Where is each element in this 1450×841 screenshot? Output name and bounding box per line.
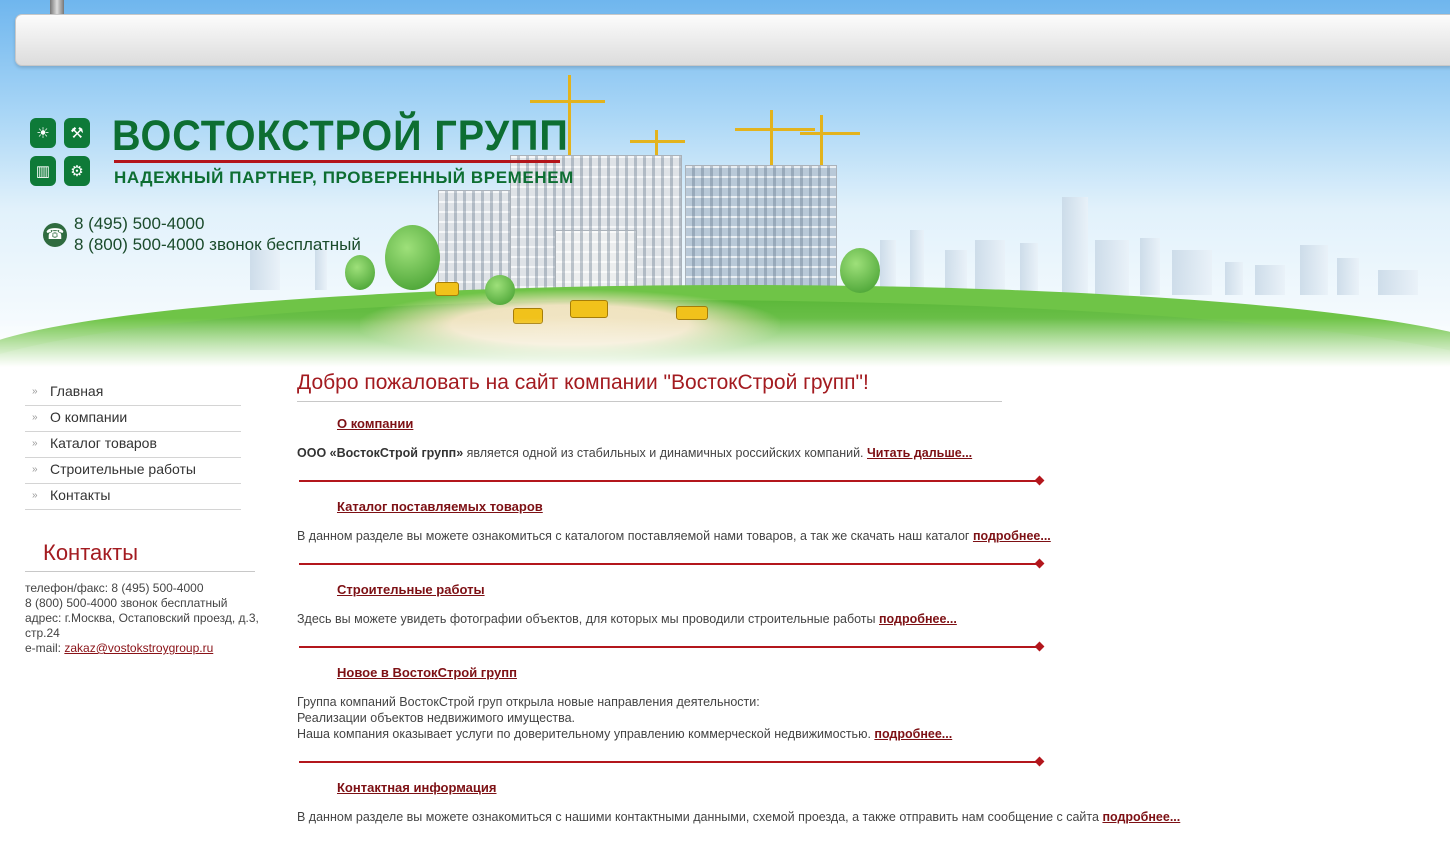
brand-title[interactable]: ВОСТОКСТРОЙ ГРУПП [112,112,569,161]
nav-item-home[interactable]: » Главная [25,380,241,406]
nav-item-label: Каталог товаров [50,435,157,451]
brand-underline [114,160,560,163]
nav-item-construction[interactable]: » Строительные работы [25,458,241,484]
tree [485,275,515,305]
section-body: является одной из стабильных и динамичны… [463,446,868,460]
section-body: В данном разделе вы можете ознакомиться … [297,529,973,543]
section-divider [299,761,1039,763]
nav-item-about[interactable]: » О компании [25,406,241,432]
contacts-info: телефон/факс: 8 (495) 500-4000 8 (800) 5… [25,581,265,656]
section-body: В данном разделе вы можете ознакомиться … [297,810,1103,824]
skyline-tower [1300,245,1328,295]
title-divider [297,401,1002,402]
double-chevron-icon: » [32,438,37,449]
excavator [435,282,459,296]
skyline-tower [910,230,924,295]
nav-item-label: Строительные работы [50,461,196,477]
page-title: Добро пожаловать на сайт компании "Восто… [297,371,869,394]
double-chevron-icon: » [32,412,37,423]
double-chevron-icon: » [32,464,37,475]
section-title-contact-info[interactable]: Контактная информация [337,780,496,795]
section-text-catalog: В данном разделе вы можете ознакомиться … [297,528,1051,544]
section-text-construction: Здесь вы можете увидеть фотографии объек… [297,611,957,627]
contacts-email-row: e-mail: zakaz@vostokstroygroup.ru [25,641,265,656]
skyline-tower [250,250,280,290]
section-body-line: Наша компания оказывает услуги по довери… [297,726,952,742]
skyline-tower [1378,270,1418,295]
nav-item-label: О компании [50,409,128,425]
tree [385,225,440,290]
skyline-tower [1337,258,1359,295]
tree [840,248,880,293]
section-body: Наша компания оказывает услуги по довери… [297,727,875,741]
skyline-tower [975,240,1005,295]
skyline-tower [1225,262,1243,295]
section-divider [299,563,1039,565]
skyline-tower [1095,240,1129,295]
section-text-news: Группа компаний ВостокСтрой груп открыла… [297,694,952,742]
contacts-email-label: e-mail: [25,641,62,655]
radiator-icon: ▥ [30,156,56,186]
contacts-address: адрес: г.Москва, Остаповский проезд, д.3… [25,611,259,640]
crane-icon: ⚒ [64,118,90,148]
skyline-tower [1062,197,1088,295]
contacts-phone-fax: телефон/факс: 8 (495) 500-4000 [25,581,204,595]
logo[interactable]: ☀ ⚒ ▥ ⚙ [30,118,90,188]
section-title-catalog[interactable]: Каталог поставляемых товаров [337,499,543,514]
tree [345,255,375,290]
contacts-divider [25,571,255,572]
skyline-tower [1255,265,1285,295]
header-phone-2: 8 (800) 500-4000 звонок бесплатный [74,235,361,254]
section-body-line: Группа компаний ВостокСтрой груп открыла… [297,695,760,709]
skyline-tower [1172,250,1212,295]
nav-item-contacts[interactable]: » Контакты [25,484,241,510]
section-divider [299,646,1039,648]
section-body-line: Реализации объектов недвижимого имуществ… [297,711,576,725]
phone-icon: ☎ [43,223,67,247]
section-body: Здесь вы можете увидеть фотографии объек… [297,612,879,626]
skyline-tower [1020,243,1038,295]
contacts-title: Контакты [43,540,139,565]
read-more-link[interactable]: Читать дальше... [867,446,972,460]
double-chevron-icon: » [32,490,37,501]
company-name: ООО «ВостокСтрой групп» [297,446,464,460]
nav-item-label: Контакты [50,487,111,503]
more-link[interactable]: подробнее... [874,727,952,741]
nav-item-label: Главная [50,383,104,399]
brand-tagline: НАДЕЖНЫЙ ПАРТНЕР, ПРОВЕРЕННЫЙ ВРЕМЕНЕМ [114,168,574,187]
nav-item-catalog[interactable]: » Каталог товаров [25,432,241,458]
section-title-news[interactable]: Новое в ВостокСтрой групп [337,665,517,680]
sidebar-nav: » Главная » О компании » Каталог товаров » С… [25,380,241,510]
header-phone-1: 8 (495) 500-4000 [74,214,205,233]
header-phones: 8 (495) 500-4000 8 (800) 500-4000 звонок… [74,213,361,255]
tools-icon: ⚙ [64,156,90,186]
section-title-construction[interactable]: Строительные работы [337,582,485,597]
contacts-email-link[interactable]: zakaz@vostokstroygroup.ru [64,641,213,655]
section-title-about[interactable]: О компании [337,416,413,431]
section-text-contact-info: В данном разделе вы можете ознакомиться … [297,809,1180,825]
double-chevron-icon: » [32,386,37,397]
crawler-crane [570,300,608,318]
contacts-phone-free: 8 (800) 500-4000 звонок бесплатный [25,596,228,610]
more-link[interactable]: подробнее... [1102,810,1180,824]
skyline-tower [315,250,327,290]
top-bar [15,14,1450,66]
skyline-tower [1140,238,1160,295]
more-link[interactable]: подробнее... [879,612,957,626]
section-text-about: ООО «ВостокСтрой групп» является одной и… [297,445,972,461]
more-link[interactable]: подробнее... [973,529,1051,543]
sun-icon: ☀ [30,118,56,148]
section-divider [299,480,1039,482]
